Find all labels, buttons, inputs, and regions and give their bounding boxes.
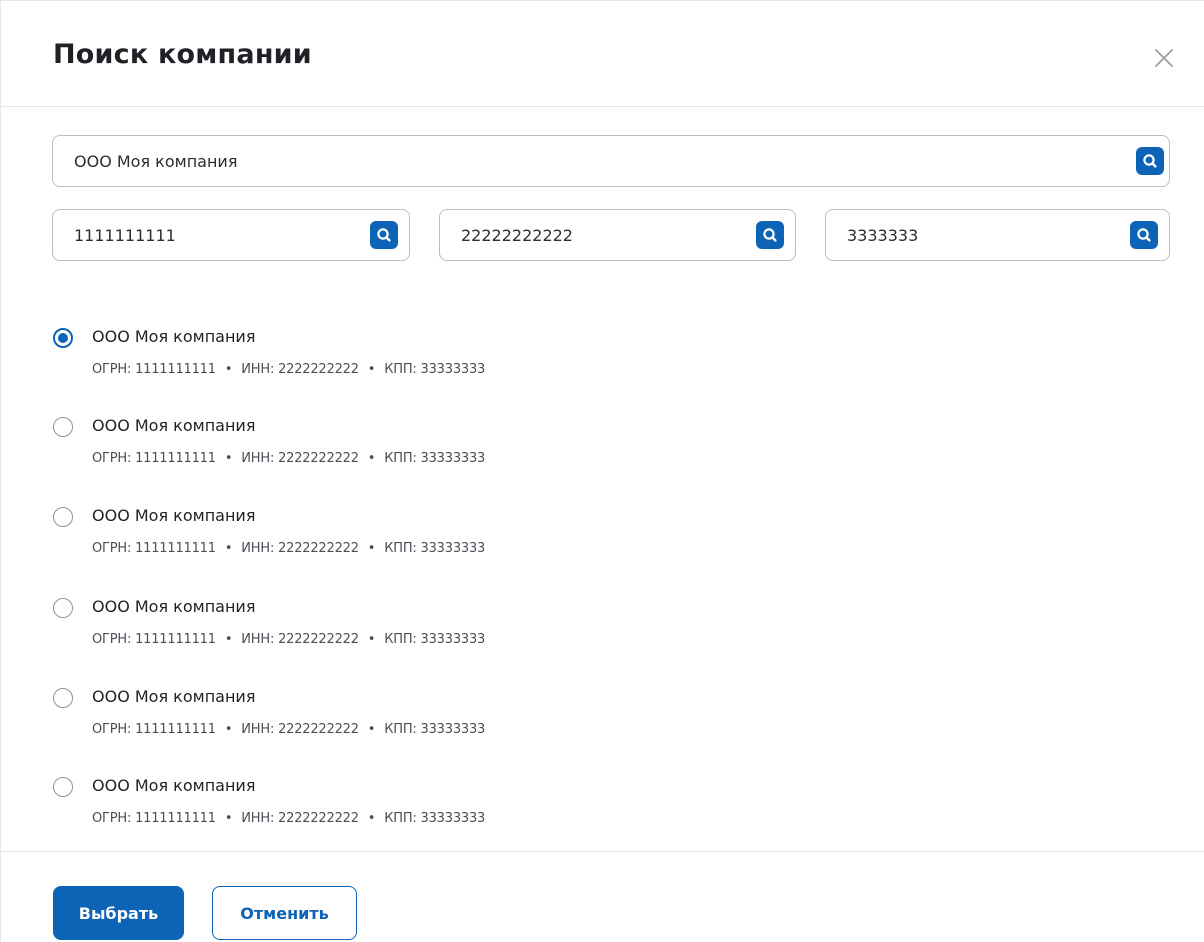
result-item[interactable]: ООО Моя компания ОГРН: 1111111111 • ИНН: 2… <box>53 672 753 742</box>
result-details: ОГРН: 1111111111 • ИНН: 2222222222 • КПП: 33… <box>92 451 485 466</box>
result-company-name: ООО Моя компания <box>92 506 256 525</box>
result-details: ОГРН: 1111111111 • ИНН: 2222222222 • КПП: 33… <box>92 362 485 377</box>
separator: • <box>367 811 376 826</box>
company-name-search-field <box>52 135 1170 187</box>
result-kpp: КПП: 33333333 <box>384 722 486 737</box>
result-ogrn: ОГРН: 1111111111 <box>92 811 216 826</box>
result-company-name: ООО Моя компания <box>92 416 256 435</box>
separator: • <box>367 632 376 647</box>
kpp-search-field <box>825 209 1170 261</box>
search-icon <box>763 228 777 242</box>
cancel-button[interactable]: Отменить <box>212 886 357 940</box>
result-item[interactable]: ООО Моя компания ОГРН: 1111111111 • ИНН: 2… <box>53 491 753 561</box>
result-ogrn: ОГРН: 1111111111 <box>92 451 216 466</box>
result-inn: ИНН: 2222222222 <box>241 632 359 647</box>
separator: • <box>367 541 376 556</box>
separator: • <box>224 722 233 737</box>
ogrn-input[interactable] <box>53 210 409 260</box>
inn-search-field <box>439 209 796 261</box>
result-radio[interactable] <box>53 507 73 527</box>
company-name-search-button[interactable] <box>1136 147 1164 175</box>
result-radio[interactable] <box>53 688 73 708</box>
company-search-dialog: Поиск компании ООО Моя компания 11111111… <box>0 0 1204 942</box>
separator: • <box>224 811 233 826</box>
separator: • <box>224 362 233 377</box>
result-company-name: ООО Моя компания <box>92 327 256 346</box>
ogrn-search-field <box>52 209 410 261</box>
result-item[interactable]: ООО Моя компания ОГРН: 1111111111 • ИНН: 2… <box>53 312 753 382</box>
result-company-name: ООО Моя компания <box>92 687 256 706</box>
result-kpp: КПП: 33333333 <box>384 541 486 556</box>
result-item[interactable]: ООО Моя компания ОГРН: 1111111111 • ИНН: 2… <box>53 582 753 652</box>
result-company-name: ООО Моя компания <box>92 776 256 795</box>
company-name-input[interactable] <box>53 136 1169 186</box>
result-kpp: КПП: 33333333 <box>384 451 486 466</box>
result-kpp: КПП: 33333333 <box>384 632 486 647</box>
select-button[interactable]: Выбрать <box>53 886 184 940</box>
result-details: ОГРН: 1111111111 • ИНН: 2222222222 • КПП: 33… <box>92 632 485 647</box>
result-details: ОГРН: 1111111111 • ИНН: 2222222222 • КПП: 33… <box>92 722 485 737</box>
close-button[interactable] <box>1153 47 1175 69</box>
dialog-footer: Выбрать Отменить <box>1 851 1204 942</box>
result-inn: ИНН: 2222222222 <box>241 451 359 466</box>
result-inn: ИНН: 2222222222 <box>241 722 359 737</box>
inn-input[interactable] <box>440 210 795 260</box>
result-details: ОГРН: 1111111111 • ИНН: 2222222222 • КПП: 33… <box>92 541 485 556</box>
close-icon <box>1155 49 1173 67</box>
separator: • <box>224 451 233 466</box>
separator: • <box>367 451 376 466</box>
separator: • <box>224 632 233 647</box>
result-ogrn: ОГРН: 1111111111 <box>92 632 216 647</box>
result-item[interactable]: ООО Моя компания ОГРН: 1111111111 • ИНН: 2… <box>53 401 753 471</box>
result-inn: ИНН: 2222222222 <box>241 811 359 826</box>
result-radio[interactable] <box>53 598 73 618</box>
result-kpp: КПП: 33333333 <box>384 362 486 377</box>
result-inn: ИНН: 2222222222 <box>241 541 359 556</box>
search-icon <box>377 228 391 242</box>
result-radio-checked[interactable] <box>53 328 73 348</box>
kpp-input[interactable] <box>826 210 1169 260</box>
result-inn: ИНН: 2222222222 <box>241 362 359 377</box>
result-ogrn: ОГРН: 1111111111 <box>92 362 216 377</box>
ogrn-search-button[interactable] <box>370 221 398 249</box>
result-company-name: ООО Моя компания <box>92 597 256 616</box>
separator: • <box>367 722 376 737</box>
search-icon <box>1137 228 1151 242</box>
result-radio[interactable] <box>53 417 73 437</box>
result-item[interactable]: ООО Моя компания ОГРН: 1111111111 • ИНН: 2… <box>53 761 753 831</box>
result-ogrn: ОГРН: 1111111111 <box>92 541 216 556</box>
result-kpp: КПП: 33333333 <box>384 811 486 826</box>
dialog-title: Поиск компании <box>53 39 312 70</box>
result-details: ОГРН: 1111111111 • ИНН: 2222222222 • КПП: 33… <box>92 811 485 826</box>
kpp-search-button[interactable] <box>1130 221 1158 249</box>
separator: • <box>224 541 233 556</box>
search-icon <box>1143 154 1157 168</box>
result-radio[interactable] <box>53 777 73 797</box>
separator: • <box>367 362 376 377</box>
inn-search-button[interactable] <box>756 221 784 249</box>
result-ogrn: ОГРН: 1111111111 <box>92 722 216 737</box>
dialog-header: Поиск компании <box>1 1 1204 107</box>
